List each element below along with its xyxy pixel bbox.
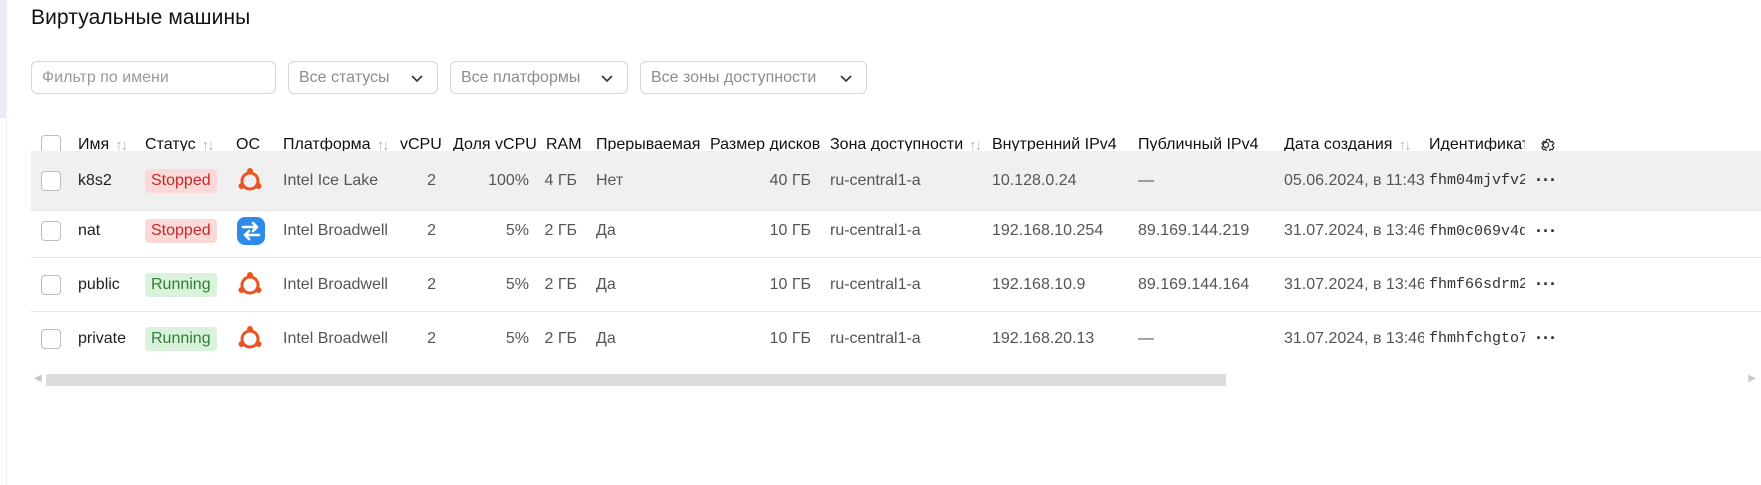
zone-value: ru-central1-a (830, 275, 921, 293)
created-value: 31.07.2024, в 13:46 (1284, 275, 1424, 293)
chevron-down-icon (601, 74, 613, 82)
chevron-down-icon (840, 74, 852, 82)
vm-name[interactable]: k8s2 (78, 151, 138, 210)
disk-size-value: 10 ГБ (769, 329, 811, 347)
preemptible-value: Да (596, 222, 616, 239)
more-actions-icon[interactable]: ··· (1536, 221, 1557, 242)
status-badge: Stopped (145, 168, 217, 193)
status-badge: Running (145, 326, 217, 351)
vm-id-value: fhm0c069v4q9 (1429, 222, 1525, 240)
zone-filter-select[interactable]: Все зоны доступности (640, 61, 867, 94)
preemptible-value: Да (596, 329, 616, 347)
vm-name[interactable]: nat (78, 205, 138, 257)
vcpu-share-value: 5% (505, 275, 529, 293)
preemptible-value: Нет (596, 171, 624, 189)
created-value: 05.06.2024, в 11:43 (1284, 171, 1424, 189)
preemptible-value: Да (596, 275, 616, 293)
chevron-down-icon (411, 74, 423, 82)
disk-size-value: 10 ГБ (769, 275, 811, 293)
ram-value: 2 ГБ (544, 329, 577, 347)
status-filter-value: Все статусы (299, 68, 390, 86)
filters-bar: Все статусы Все платформы Все зоны досту… (31, 61, 867, 95)
more-actions-icon[interactable]: ··· (1536, 274, 1557, 295)
internal-ipv4-value: 192.168.10.254 (992, 222, 1104, 239)
table-row[interactable]: private Running Intel Broadwell 2 5% 2 Г… (31, 312, 1761, 365)
platform-filter-select[interactable]: Все платформы (450, 61, 628, 94)
name-filter-input[interactable] (31, 61, 276, 94)
vcpu-share-value: 5% (505, 222, 529, 239)
ubuntu-icon (238, 167, 262, 190)
vcpu-value: 2 (427, 275, 436, 293)
row-checkbox[interactable] (41, 328, 61, 349)
created-value: 31.07.2024, в 13:46 (1284, 222, 1424, 239)
zone-filter-value: Все зоны доступности (651, 68, 817, 86)
ubuntu-icon (238, 271, 262, 294)
vm-id-value: fhmhfchgto7g (1429, 330, 1525, 347)
scroll-left-arrow-icon[interactable]: ◀ (34, 373, 42, 384)
internal-ipv4-value: 192.168.20.13 (992, 329, 1095, 347)
vm-name[interactable]: public (78, 258, 138, 311)
scrollbar-thumb[interactable] (46, 374, 1226, 386)
platform-value: Intel Broadwell (283, 222, 388, 239)
vcpu-share-value: 100% (488, 171, 529, 189)
created-value: 31.07.2024, в 13:46 (1284, 329, 1424, 347)
status-badge: Running (145, 272, 217, 297)
platform-value: Intel Ice Lake (283, 171, 379, 189)
public-ipv4-value: — (1138, 329, 1154, 347)
vm-name[interactable]: private (78, 312, 138, 365)
vm-table: Имя ↑↓ Статус ↑↓ ОС Платформа ↑↓ vCPU Доля … (31, 120, 1761, 410)
side-panel-marker (0, 0, 6, 118)
table-row[interactable]: public Running Intel Broadwell 2 5% 2 ГБ… (31, 258, 1761, 312)
public-ipv4-value: 89.169.144.164 (1138, 275, 1250, 293)
platform-value: Intel Broadwell (283, 329, 388, 347)
ram-value: 4 ГБ (544, 171, 577, 189)
disk-size-value: 10 ГБ (769, 222, 811, 239)
table-row[interactable]: nat Stopped Intel Broadwell 2 5% 2 ГБ Да… (31, 205, 1761, 258)
more-actions-icon[interactable]: ··· (1536, 328, 1557, 349)
nat-instance-icon (237, 217, 265, 245)
internal-ipv4-value: 192.168.10.9 (992, 275, 1086, 293)
disk-size-value: 40 ГБ (769, 171, 811, 189)
vcpu-share-value: 5% (505, 329, 529, 347)
ubuntu-icon (238, 325, 262, 348)
side-panel-edge (0, 0, 7, 485)
ram-value: 2 ГБ (544, 222, 577, 239)
row-checkbox[interactable] (41, 170, 61, 191)
status-filter-select[interactable]: Все статусы (288, 61, 438, 94)
status-badge: Stopped (145, 219, 217, 243)
public-ipv4-value: — (1138, 171, 1154, 189)
platform-filter-value: Все платформы (461, 68, 581, 86)
table-row[interactable]: k8s2 Stopped Intel Ice Lake 2 100% 4 ГБ … (31, 151, 1761, 211)
zone-value: ru-central1-a (830, 171, 921, 189)
ram-value: 2 ГБ (544, 275, 577, 293)
vcpu-value: 2 (427, 171, 436, 189)
vcpu-value: 2 (427, 222, 436, 239)
zone-value: ru-central1-a (830, 329, 921, 347)
row-checkbox[interactable] (41, 221, 61, 241)
more-actions-icon[interactable]: ··· (1536, 170, 1557, 191)
public-ipv4-value: 89.169.144.219 (1138, 222, 1250, 239)
row-checkbox[interactable] (41, 274, 61, 295)
scroll-right-arrow-icon[interactable]: ▶ (1748, 373, 1756, 384)
page-title: Виртуальные машины (31, 6, 251, 29)
zone-value: ru-central1-a (830, 222, 921, 239)
internal-ipv4-value: 10.128.0.24 (992, 171, 1077, 189)
vm-id-value: fhm04mjvfv22 (1429, 172, 1525, 189)
vcpu-value: 2 (427, 329, 436, 347)
vm-id-value: fhmf66sdrm26 (1429, 276, 1525, 293)
horizontal-scrollbar[interactable]: ◀ ▶ (31, 372, 1760, 386)
platform-value: Intel Broadwell (283, 275, 388, 293)
